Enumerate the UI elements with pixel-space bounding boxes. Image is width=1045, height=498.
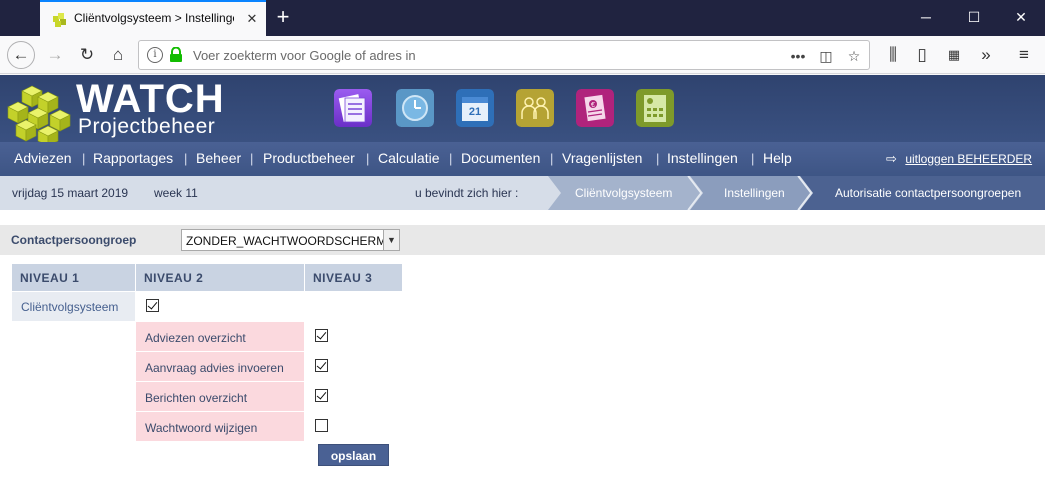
page-actions-icon[interactable]: ••• — [787, 45, 809, 67]
level1-checkbox[interactable] — [146, 299, 159, 312]
breadcrumb-item: Autorisatie contactpersoongroepen — [835, 186, 1022, 200]
maximize-icon[interactable]: ☐ — [950, 0, 998, 34]
current-week: week 11 — [154, 186, 198, 200]
column-header-niveau-3: NIVEAU 3 — [305, 264, 402, 291]
new-tab-icon[interactable]: + — [270, 4, 296, 30]
level1-label: Cliëntvolgsysteem — [12, 292, 135, 321]
bookmark-star-icon[interactable]: ☆ — [843, 45, 865, 67]
level2-label: Aanvraag advies invoeren — [136, 352, 304, 381]
watch-logo-icon[interactable] — [6, 83, 72, 145]
address-bar[interactable]: i Voer zoekterm voor Google of adres in … — [138, 40, 870, 70]
menu-item-rapportages[interactable]: Rapportages — [93, 150, 173, 166]
sign-out-icon: ⇨ — [886, 151, 897, 166]
level2-label: Adviezen overzicht — [136, 322, 304, 351]
documents-app-icon[interactable] — [334, 89, 372, 127]
breadcrumb-item[interactable]: Instellingen — [724, 186, 785, 200]
logout-label: uitloggen BEHEERDER — [905, 152, 1033, 166]
page-content: Contactpersoongroep ZONDER_WACHTWOORDSCH… — [0, 210, 1045, 498]
level2-label: Wachtwoord wijzigen — [136, 412, 304, 441]
current-date: vrijdag 15 maart 2019 — [12, 186, 129, 200]
menu-item-instellingen[interactable]: Instellingen — [667, 150, 738, 166]
contactgroup-select[interactable]: ZONDER_WACHTWOORDSCHERM ▼ — [181, 229, 400, 251]
brand-subtitle: Projectbeheer — [78, 115, 216, 138]
level2-checkbox[interactable] — [315, 389, 328, 402]
level2-checkbox[interactable] — [315, 359, 328, 372]
menu-item-documenten[interactable]: Documenten — [461, 150, 540, 166]
invoice-app-icon[interactable]: € — [576, 89, 614, 127]
chevron-down-icon[interactable]: ▼ — [383, 230, 399, 250]
level2-checkbox[interactable] — [315, 329, 328, 342]
menu-separator: | — [449, 151, 453, 166]
svg-text:€: € — [591, 102, 595, 109]
lock-icon — [170, 47, 182, 62]
menu-separator: | — [366, 151, 370, 166]
calendar-app-icon[interactable]: 21 — [456, 89, 494, 127]
main-menu: Adviezen | Rapportages | Beheer | Produc… — [0, 142, 1045, 176]
menu-separator: | — [250, 151, 254, 166]
forward-icon[interactable]: → — [41, 41, 69, 69]
home-icon[interactable]: ⌂ — [104, 41, 132, 69]
qr-code-icon[interactable]: ▦ — [940, 41, 968, 69]
library-icon[interactable]: ⫼ — [879, 41, 907, 69]
minimize-icon[interactable]: ─ — [902, 0, 950, 34]
column-header-niveau-2: NIVEAU 2 — [136, 264, 304, 291]
overflow-icon[interactable]: » — [972, 41, 1000, 69]
menu-item-calculatie[interactable]: Calculatie — [378, 150, 439, 166]
app-header: WATCH Projectbeheer 21 € — [0, 75, 1045, 145]
tab-close-icon[interactable]: ✕ — [244, 10, 260, 28]
menu-separator: | — [184, 151, 188, 166]
address-placeholder: Voer zoekterm voor Google of adres in — [193, 48, 416, 63]
breadcrumb: Cliëntvolgsysteem Instellingen Autorisat… — [548, 176, 1045, 210]
back-icon[interactable]: ← — [7, 41, 35, 69]
location-label: u bevindt zich hier : — [415, 186, 519, 200]
contactgroup-label: Contactpersoongroep — [11, 233, 137, 247]
sidebar-icon[interactable]: ▯ — [908, 41, 936, 69]
browser-titlebar: Cliëntvolgsysteem > Instellingen ✕ + ─ ☐… — [0, 0, 1045, 36]
tab-title: Cliëntvolgsysteem > Instellingen — [74, 11, 234, 25]
breadcrumb-bar: vrijdag 15 maart 2019 week 11 u bevindt … — [0, 176, 1045, 210]
menu-item-beheer[interactable]: Beheer — [196, 150, 241, 166]
clock-app-icon[interactable] — [396, 89, 434, 127]
hamburger-menu-icon[interactable]: ≡ — [1010, 41, 1038, 69]
menu-item-productbeheer[interactable]: Productbeheer — [263, 150, 355, 166]
browser-tab[interactable]: Cliëntvolgsysteem > Instellingen ✕ — [40, 0, 266, 36]
menu-separator: | — [751, 151, 755, 166]
users-app-icon[interactable] — [516, 89, 554, 127]
breadcrumb-item[interactable]: Cliëntvolgsysteem — [575, 186, 672, 200]
menu-separator: | — [82, 151, 86, 166]
save-button[interactable]: opslaan — [318, 444, 389, 466]
filter-bar: Contactpersoongroep ZONDER_WACHTWOORDSCH… — [0, 225, 1045, 255]
level2-label: Berichten overzicht — [136, 382, 304, 411]
logout-link[interactable]: ⇨ uitloggen BEHEERDER — [886, 151, 1032, 167]
contactgroup-selected: ZONDER_WACHTWOORDSCHERM — [186, 234, 387, 248]
menu-item-help[interactable]: Help — [763, 150, 792, 166]
window-close-icon[interactable]: ✕ — [997, 0, 1045, 34]
calendar-day-number: 21 — [469, 106, 481, 118]
menu-item-adviezen[interactable]: Adviezen — [14, 150, 72, 166]
menu-item-vragenlijsten[interactable]: Vragenlijsten — [562, 150, 642, 166]
calculator-app-icon[interactable] — [636, 89, 674, 127]
menu-separator: | — [656, 151, 660, 166]
level2-checkbox[interactable] — [315, 419, 328, 432]
menu-separator: | — [550, 151, 554, 166]
info-icon[interactable]: i — [147, 47, 163, 63]
pocket-icon[interactable]: ◫ — [815, 45, 837, 67]
column-header-niveau-1: NIVEAU 1 — [12, 264, 135, 291]
browser-navbar: ← → ↻ ⌂ i Voer zoekterm voor Google of a… — [0, 36, 1045, 74]
favicon-icon — [53, 13, 66, 27]
reload-icon[interactable]: ↻ — [73, 41, 101, 69]
